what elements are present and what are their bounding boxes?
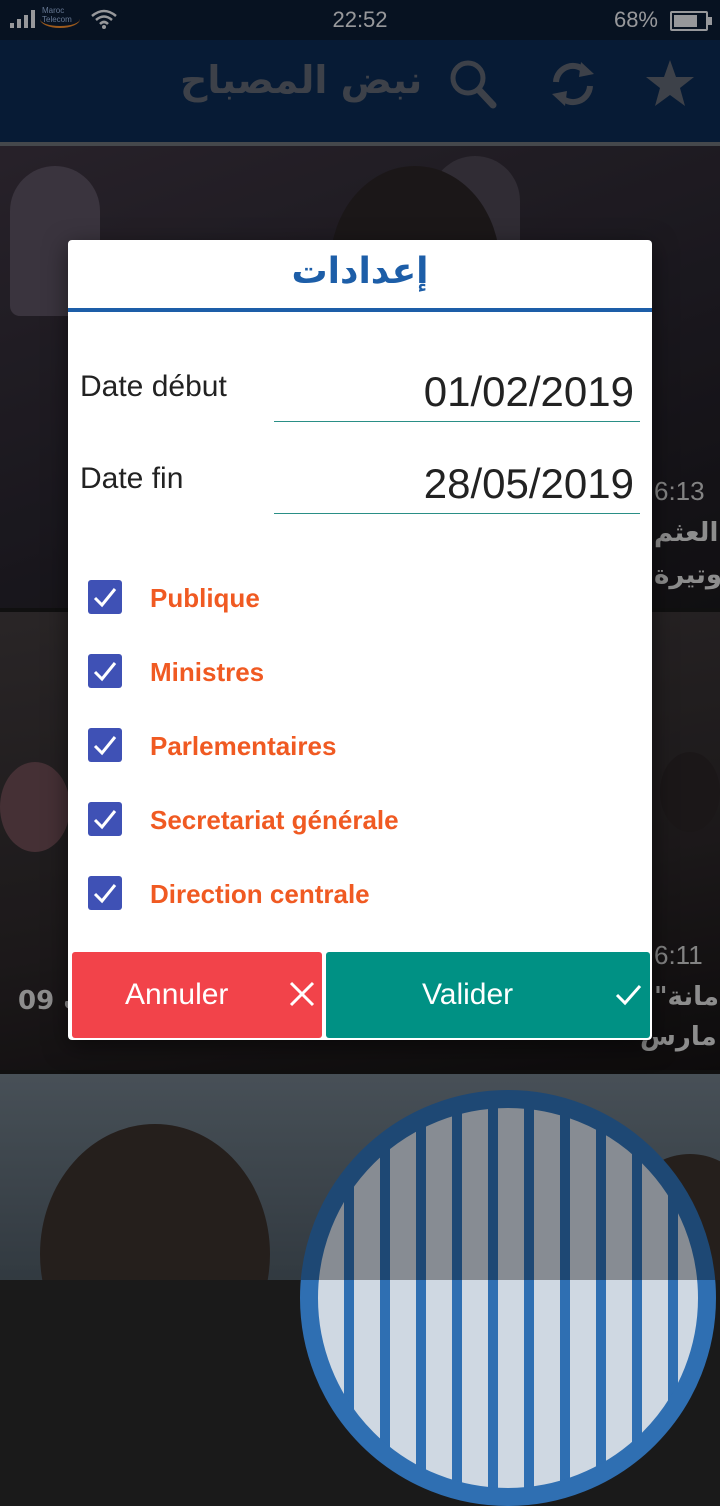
option-label: Parlementaires [150, 731, 337, 761]
checkbox[interactable] [88, 728, 122, 762]
checkbox[interactable] [88, 654, 122, 688]
option-label: Ministres [150, 657, 265, 687]
cancel-label: Annuler [125, 978, 229, 1011]
settings-dialog: إعدادات Date début Date fin Publique Min… [68, 240, 652, 1040]
date-end-field[interactable] [274, 454, 640, 514]
checkbox[interactable] [88, 876, 122, 910]
check-icon [93, 810, 117, 830]
option-label: Direction centrale [150, 879, 370, 909]
validate-label: Valider [422, 978, 514, 1011]
validate-button[interactable]: Valider [326, 952, 650, 1038]
check-icon [93, 736, 117, 756]
check-icon [93, 588, 117, 608]
cancel-button[interactable]: Annuler [72, 952, 322, 1038]
check-icon [615, 985, 642, 1006]
date-end-label: Date fin [80, 462, 184, 495]
check-icon [93, 884, 117, 904]
close-icon [289, 981, 315, 1007]
check-icon [93, 662, 117, 682]
date-start-label: Date début [80, 370, 227, 403]
option-label: Secretariat générale [150, 805, 399, 835]
dialog-title: إعدادات [68, 240, 652, 312]
option-label: Publique [150, 583, 260, 613]
checkbox[interactable] [88, 580, 122, 614]
date-start-field[interactable] [274, 362, 640, 422]
checkbox[interactable] [88, 802, 122, 836]
